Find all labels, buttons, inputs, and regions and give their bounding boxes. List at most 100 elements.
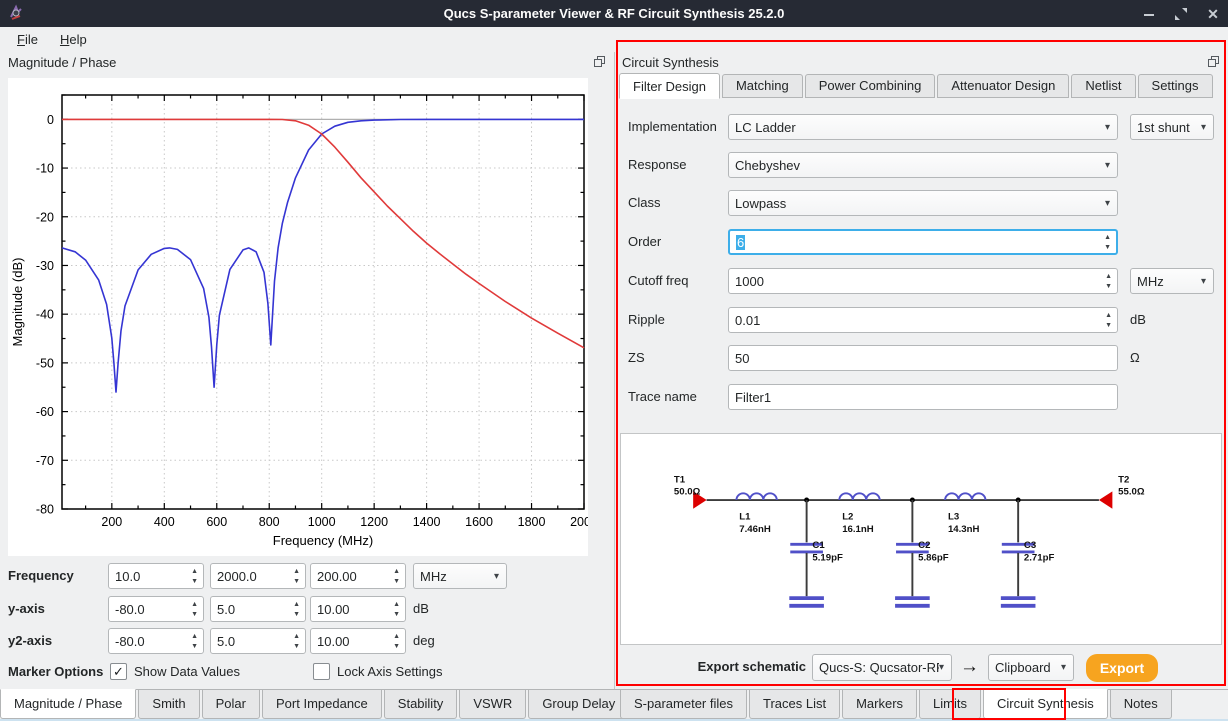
spinner-arrows[interactable]: ▲▼ bbox=[191, 601, 198, 618]
zs-input[interactable]: 50 bbox=[728, 345, 1118, 371]
minimize-button[interactable] bbox=[1142, 7, 1156, 21]
tab-attenuator-design[interactable]: Attenuator Design bbox=[937, 74, 1069, 98]
window-title: Qucs S-parameter Viewer & RF Circuit Syn… bbox=[0, 6, 1228, 21]
port-impedance: 55.0Ω bbox=[1118, 486, 1145, 497]
tab-notes[interactable]: Notes bbox=[1110, 690, 1172, 719]
response-combo[interactable]: Chebyshev ▾ bbox=[728, 152, 1118, 178]
tab-markers[interactable]: Markers bbox=[842, 690, 917, 719]
chevron-down-icon: ▾ bbox=[1105, 160, 1110, 171]
export-button[interactable]: Export bbox=[1086, 654, 1158, 682]
restore-button[interactable] bbox=[1174, 7, 1188, 21]
tab-port-impedance[interactable]: Port Impedance bbox=[262, 690, 382, 719]
float-dock-icon[interactable] bbox=[1208, 56, 1219, 67]
capacitor-name: C1 bbox=[812, 540, 825, 551]
restore-icon bbox=[1174, 7, 1188, 21]
inductor-L1-icon bbox=[736, 493, 776, 500]
spinner-arrows[interactable]: ▲▼ bbox=[393, 633, 400, 650]
export-schematic-label: Export schematic bbox=[620, 654, 806, 680]
tab-filter-design[interactable]: Filter Design bbox=[619, 73, 720, 99]
menu-file[interactable]: File bbox=[8, 30, 47, 49]
y-axis-label: y-axis bbox=[8, 596, 45, 622]
order-spinbox[interactable]: 6 ▲▼ bbox=[728, 229, 1118, 255]
y2-axis-min-spinbox[interactable]: -80.0 ▲▼ bbox=[108, 628, 204, 654]
tab-s-parameter-files[interactable]: S-parameter files bbox=[620, 690, 747, 719]
port-name: T2 bbox=[1118, 475, 1129, 486]
y2-axis-label: y2-axis bbox=[8, 628, 52, 654]
response-label: Response bbox=[628, 152, 687, 178]
frequency-max-spinbox[interactable]: 2000.0 ▲▼ bbox=[210, 563, 306, 589]
class-combo[interactable]: Lowpass ▾ bbox=[728, 190, 1118, 216]
spinner-arrows[interactable]: ▲▼ bbox=[1104, 234, 1111, 251]
spinner-arrows[interactable]: ▲▼ bbox=[393, 568, 400, 585]
y-axis-unit: dB bbox=[413, 596, 429, 622]
port-name: T1 bbox=[674, 475, 686, 486]
float-dock-icon[interactable] bbox=[594, 56, 605, 67]
spinner-arrows[interactable]: ▲▼ bbox=[191, 633, 198, 650]
tab-netlist[interactable]: Netlist bbox=[1071, 74, 1135, 98]
chevron-down-icon: ▾ bbox=[1105, 122, 1110, 133]
inductor-value: 14.3nH bbox=[948, 524, 980, 535]
tab-magnitude-phase[interactable]: Magnitude / Phase bbox=[0, 689, 136, 719]
y-axis-max-spinbox[interactable]: 5.0 ▲▼ bbox=[210, 596, 306, 622]
export-format-combo[interactable]: Qucs-S: Qucsator-RF ▾ bbox=[812, 654, 952, 681]
spinner-arrows[interactable]: ▲▼ bbox=[293, 601, 300, 618]
tab-vswr[interactable]: VSWR bbox=[459, 690, 526, 719]
checkbox-unchecked-icon bbox=[313, 663, 330, 680]
checkbox-checked-icon: ✓ bbox=[110, 663, 127, 680]
show-data-values-checkbox[interactable]: ✓ Show Data Values bbox=[110, 663, 240, 680]
right-dock-title: Circuit Synthesis bbox=[622, 55, 719, 70]
frequency-label: Frequency bbox=[8, 563, 74, 589]
tab-matching[interactable]: Matching bbox=[722, 74, 803, 98]
svg-text:1200: 1200 bbox=[360, 515, 388, 529]
frequency-unit-combo[interactable]: MHz ▾ bbox=[413, 563, 507, 589]
cutoff-unit-combo[interactable]: MHz ▾ bbox=[1130, 268, 1214, 294]
panel-divider[interactable] bbox=[614, 52, 615, 690]
tab-power-combining[interactable]: Power Combining bbox=[805, 74, 936, 98]
inductor-L2-icon bbox=[839, 493, 879, 500]
cutoff-freq-spinbox[interactable]: 1000 ▲▼ bbox=[728, 268, 1118, 294]
implementation-label: Implementation bbox=[628, 114, 717, 140]
y-axis-step-spinbox[interactable]: 10.00 ▲▼ bbox=[310, 596, 406, 622]
svg-text:-60: -60 bbox=[36, 405, 54, 419]
tab-smith[interactable]: Smith bbox=[138, 690, 199, 719]
topology-combo[interactable]: 1st shunt ▾ bbox=[1130, 114, 1214, 140]
marker-options-label: Marker Options bbox=[8, 659, 103, 685]
title-bar: Qucs S-parameter Viewer & RF Circuit Syn… bbox=[0, 0, 1228, 27]
tab-traces-list[interactable]: Traces List bbox=[749, 690, 840, 719]
ripple-spinbox[interactable]: 0.01 ▲▼ bbox=[728, 307, 1118, 333]
menu-help[interactable]: Help bbox=[51, 30, 96, 49]
spinner-arrows[interactable]: ▲▼ bbox=[191, 568, 198, 585]
spinner-arrows[interactable]: ▲▼ bbox=[1105, 312, 1112, 329]
close-button[interactable]: ✕ bbox=[1206, 7, 1220, 21]
y-axis-min-spinbox[interactable]: -80.0 ▲▼ bbox=[108, 596, 204, 622]
tab-limits[interactable]: Limits bbox=[919, 690, 981, 719]
frequency-min-spinbox[interactable]: 10.0 ▲▼ bbox=[108, 563, 204, 589]
svg-text:2000: 2000 bbox=[570, 515, 588, 529]
port-T2-icon bbox=[1099, 491, 1112, 508]
tab-polar[interactable]: Polar bbox=[202, 690, 260, 719]
export-target-combo[interactable]: Clipboard ▾ bbox=[988, 654, 1074, 681]
spinner-arrows[interactable]: ▲▼ bbox=[293, 633, 300, 650]
chevron-down-icon: ▾ bbox=[1201, 122, 1206, 133]
tab-settings[interactable]: Settings bbox=[1138, 74, 1213, 98]
close-icon: ✕ bbox=[1206, 7, 1220, 21]
svg-text:-20: -20 bbox=[36, 210, 54, 224]
spinner-arrows[interactable]: ▲▼ bbox=[1105, 273, 1112, 290]
svg-text:-70: -70 bbox=[36, 454, 54, 468]
svg-text:0: 0 bbox=[47, 113, 54, 127]
trace-name-input[interactable]: Filter1 bbox=[728, 384, 1118, 410]
svg-text:-30: -30 bbox=[36, 259, 54, 273]
frequency-step-spinbox[interactable]: 200.00 ▲▼ bbox=[310, 563, 406, 589]
chevron-down-icon: ▾ bbox=[939, 662, 944, 673]
tab-circuit-synthesis[interactable]: Circuit Synthesis bbox=[983, 689, 1108, 719]
zs-label: ZS bbox=[628, 345, 645, 371]
spinner-arrows[interactable]: ▲▼ bbox=[293, 568, 300, 585]
svg-text:800: 800 bbox=[259, 515, 280, 529]
display-tabbar: Magnitude / Phase Smith Polar Port Imped… bbox=[0, 689, 614, 720]
y2-axis-max-spinbox[interactable]: 5.0 ▲▼ bbox=[210, 628, 306, 654]
lock-axis-settings-checkbox[interactable]: Lock Axis Settings bbox=[313, 663, 443, 680]
implementation-combo[interactable]: LC Ladder ▾ bbox=[728, 114, 1118, 140]
y2-axis-step-spinbox[interactable]: 10.00 ▲▼ bbox=[310, 628, 406, 654]
spinner-arrows[interactable]: ▲▼ bbox=[393, 601, 400, 618]
tab-stability[interactable]: Stability bbox=[384, 690, 458, 719]
